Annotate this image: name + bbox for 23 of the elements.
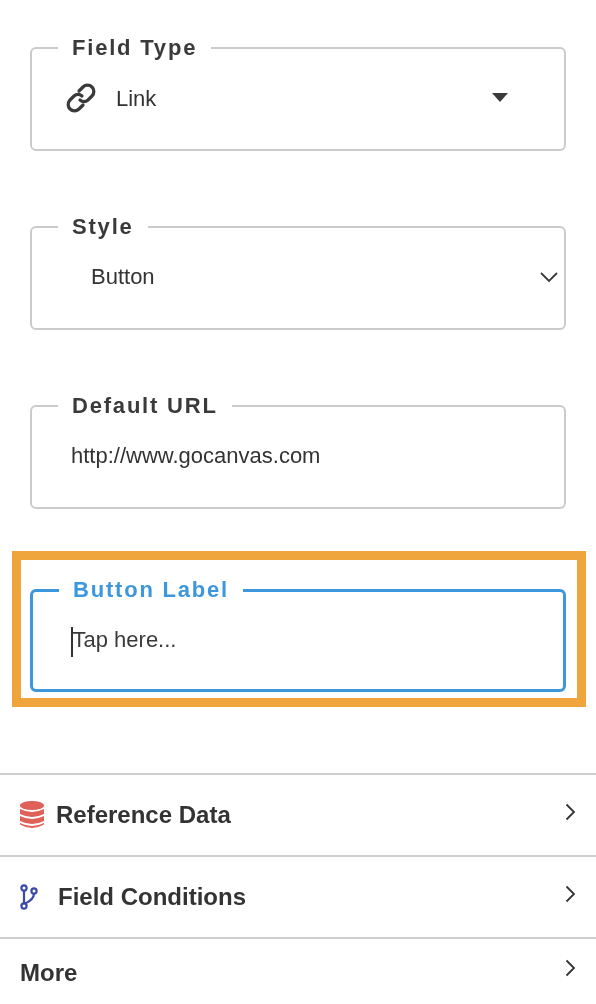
link-icon bbox=[64, 81, 98, 115]
chevron-right-icon bbox=[565, 959, 576, 977]
section-title: Reference Data bbox=[56, 801, 231, 829]
text-cursor bbox=[71, 627, 73, 657]
database-icon bbox=[20, 801, 44, 829]
chevron-right-icon bbox=[565, 885, 576, 903]
field-label: Field Type bbox=[71, 35, 199, 61]
input-field[interactable]: Tap here... bbox=[72, 625, 373, 655]
field-label: Button Label bbox=[72, 577, 231, 603]
field-value: Button bbox=[91, 263, 155, 291]
section-row[interactable]: Reference Data bbox=[0, 775, 596, 857]
field-value: http://www.gocanvas.com bbox=[71, 442, 321, 470]
field-value: Link bbox=[116, 85, 157, 113]
section-row[interactable]: More bbox=[0, 939, 596, 1003]
caret-icon bbox=[492, 93, 508, 103]
branch-icon bbox=[20, 884, 38, 910]
section-title: Field Conditions bbox=[58, 883, 246, 911]
chevron-right-icon bbox=[565, 803, 576, 821]
field-label: Default URL bbox=[71, 393, 219, 419]
section-row[interactable]: Field Conditions bbox=[0, 857, 596, 939]
field-label: Style bbox=[71, 214, 135, 240]
section-title: More bbox=[20, 959, 78, 987]
chevron-down-icon bbox=[540, 272, 558, 283]
